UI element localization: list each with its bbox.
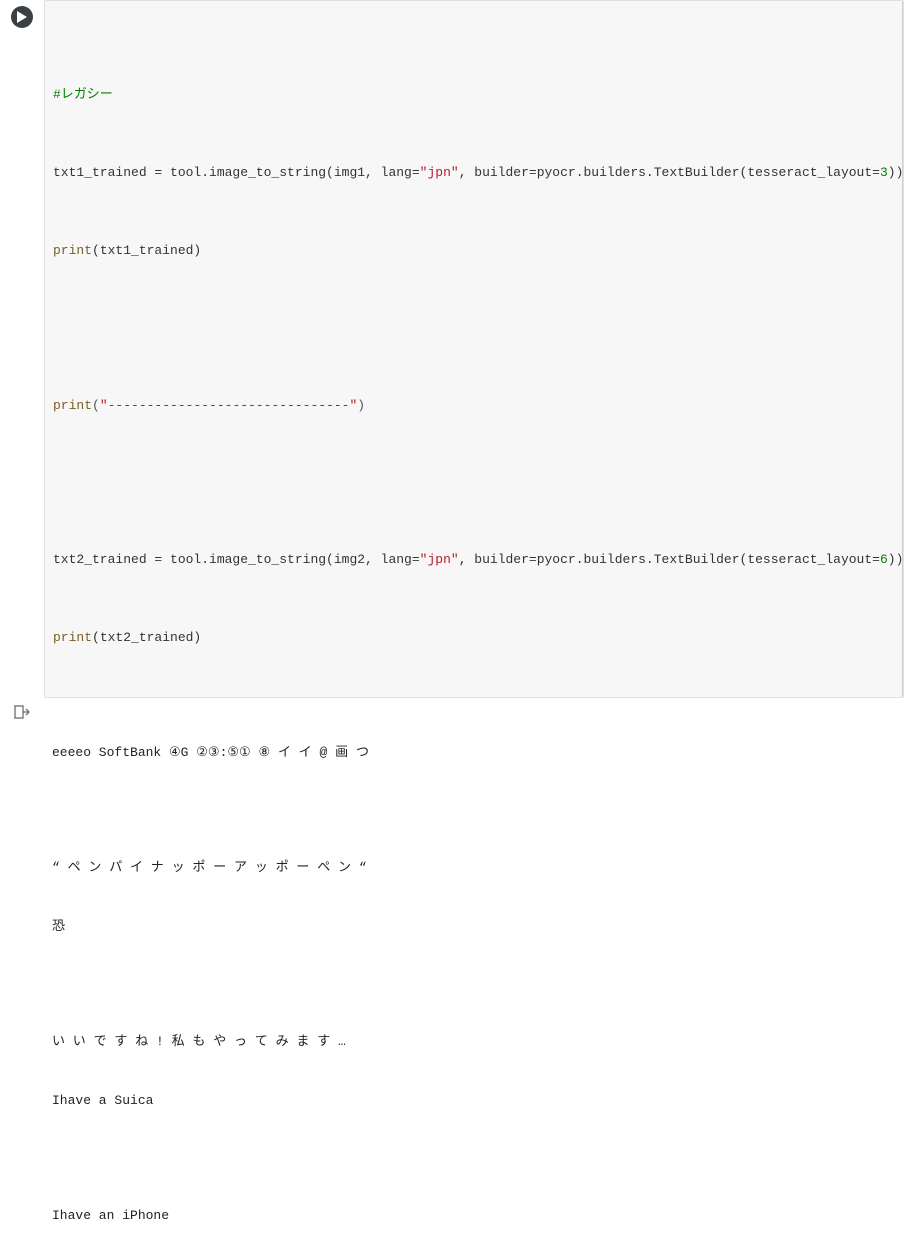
output-text: eeeeo SoftBank ④G ②③:⑤① ⑧ イ イ @ 画 つ “ ペ … [44,698,904,1246]
code-token: , builder=pyocr.builders.TextBuilder(tes… [459,165,880,180]
output-line: 恐 [52,917,896,937]
output-line: “ ペ ン パ イ ナ ッ ポ ー ア ッ ポ ー ペ ン “ [52,858,896,878]
cell-divider [902,1,903,697]
output-line [52,975,896,993]
code-token: txt2_trained = tool.image_to_string(img2… [53,552,420,567]
code-comment: #レガシー [53,87,113,102]
play-icon [17,11,27,23]
code-func: print [53,243,92,258]
output-line [52,1149,896,1167]
output-line: い い で す ね ! 私 も や っ て み ま す … [52,1032,896,1052]
code-token: (txt1_trained) [92,243,201,258]
code-token: , builder=pyocr.builders.TextBuilder(tes… [459,552,880,567]
code-func: print [53,630,92,645]
output-line [52,801,896,819]
code-editor[interactable]: #レガシー txt1_trained = tool.image_to_strin… [44,0,904,698]
output-arrow-icon[interactable] [14,704,30,727]
code-cell: #レガシー txt1_trained = tool.image_to_strin… [0,0,904,698]
code-token: ) [357,398,365,413]
code-gutter [0,0,44,28]
output-cell: eeeeo SoftBank ④G ②③:⑤① ⑧ イ イ @ 画 つ “ ペ … [0,698,904,1246]
code-string: "-------------------------------" [100,398,357,413]
code-string: "jpn" [420,165,459,180]
output-line: eeeeo SoftBank ④G ②③:⑤① ⑧ イ イ @ 画 つ [52,743,896,763]
output-line: Ihave an iPhone [52,1206,896,1226]
run-button[interactable] [11,6,33,28]
code-string: "jpn" [420,552,459,567]
code-token: txt1_trained = tool.image_to_string(img1… [53,165,420,180]
code-number: 6 [880,552,888,567]
output-gutter [0,698,44,727]
code-token: (txt2_trained) [92,630,201,645]
output-line: Ihave a Suica [52,1091,896,1111]
code-func: print [53,398,92,413]
code-number: 3 [880,165,888,180]
code-token: ( [92,398,100,413]
